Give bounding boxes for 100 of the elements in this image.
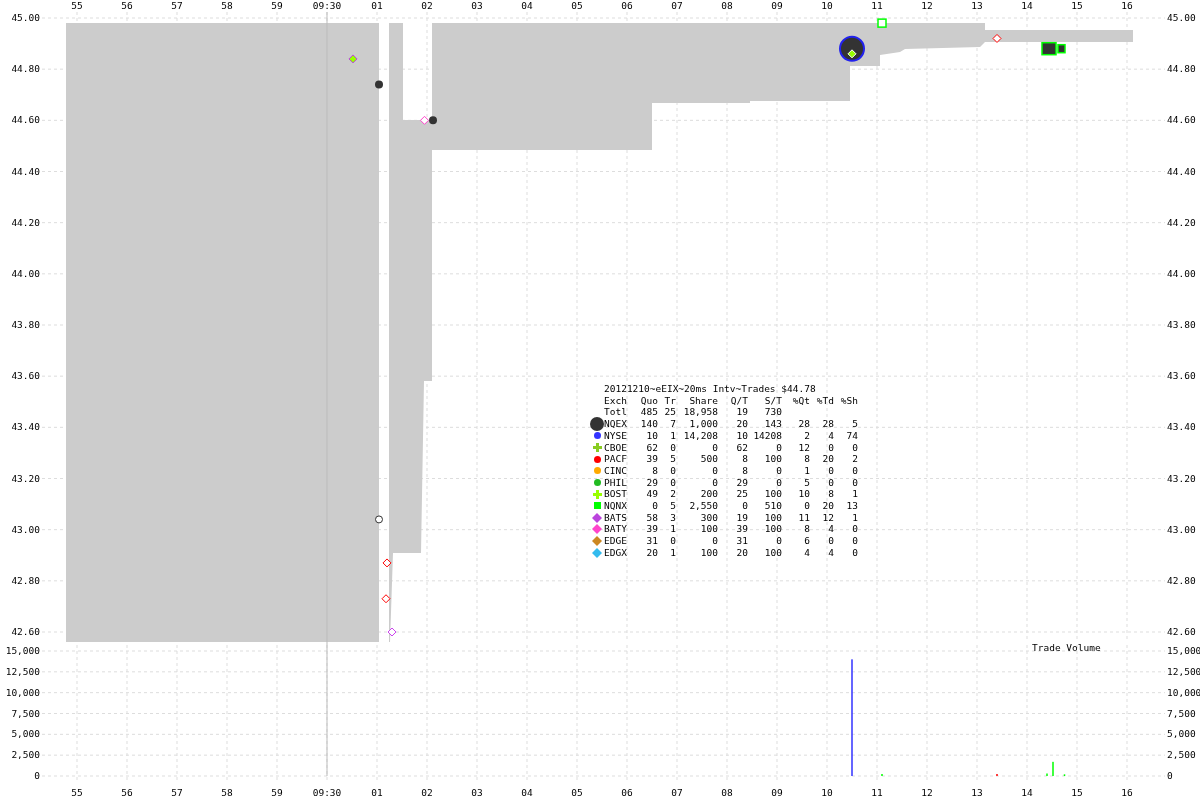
table-cell-text: 20 [645,546,658,559]
axis-label: 2,500 [11,749,40,761]
table-cell-text: 143 [763,418,782,430]
axis-label: 0 [34,770,40,781]
table-cell-text: 8 [651,464,658,477]
axis-label: 07 [671,787,683,798]
table-cell-text: 485 [639,406,658,419]
table-cell-text: 39 [735,523,748,536]
axis-label: 12,500 [5,665,40,677]
table-cell-text: 8 [741,464,748,477]
table-cell-text: 8 [827,488,834,501]
axis-label: 12 [921,787,933,798]
axis-label: 44.00 [1167,267,1196,279]
table-cell-text: 7 [669,418,676,430]
table-cell-text: 0 [827,441,834,454]
axis-label: 11 [871,0,883,11]
table-cell-text: 8 [803,453,810,465]
table-cell-text: 0 [827,535,834,547]
axis-label: 10 [821,787,833,798]
axis-label: 09 [771,787,783,798]
table-cell-text: 20 [735,418,748,430]
axis-label: 55 [71,0,83,11]
table-cell-text: 0 [669,476,676,489]
axis-label: 01 [371,787,383,798]
table-cell-text: 100 [763,511,782,524]
column-header: S/T [763,394,782,407]
table-cell-text: 140 [639,418,658,430]
table-cell-text: 730 [763,406,782,419]
axis-label: 58 [221,787,233,798]
table-cell-text: 0 [851,464,858,477]
table-cell-text: 62 [645,441,658,454]
table-cell-text: 5 [669,500,676,512]
trade-marker [348,54,358,64]
table-cell-text: 200 [699,488,718,501]
axis-label: 43.00 [1167,523,1196,535]
table-cell-text: 2 [669,488,676,501]
axis-label: 08 [721,787,733,798]
trade-marker [375,80,383,89]
column-header: Share [688,394,718,407]
axis-label: 44.40 [1167,165,1196,177]
table-cell-text: 0 [711,464,718,477]
table-cell-text: 1 [669,523,676,536]
table-cell-text: 13 [845,500,858,512]
table-cell-text: 0 [827,464,834,477]
axis-label: 13 [971,787,983,798]
table-cell-text: 4 [803,546,810,559]
table-cell-text: 5 [851,418,858,430]
axis-label: 7,500 [1167,707,1196,719]
table-cell-text: 2 [803,429,810,442]
table-cell-text: 31 [645,535,658,547]
axis-label: 43.80 [11,319,40,330]
axis-label: 05 [571,0,583,11]
table-cell-text: 100 [763,523,782,536]
column-header: Q/T [729,394,748,407]
table-cell-text: CINC [604,464,628,477]
table-cell-text: 1 [851,488,858,501]
axis-label: 11 [871,787,883,798]
axis-label: 44.00 [11,267,40,279]
table-cell-text: 5 [669,453,676,465]
axis-label: 02 [421,787,433,798]
table-cell-text: 49 [645,488,658,501]
axis-label: 43.00 [11,523,40,535]
axis-label: 01 [371,0,383,11]
axis-label: 43.20 [11,472,40,484]
table-cell-text: 2,550 [688,500,718,512]
table-cell-text: 0 [851,441,858,454]
axis-label: 05 [571,787,583,798]
table-cell-text: 39 [645,523,658,536]
table-cell-text: 0 [851,546,858,559]
table-cell-text: 1 [669,546,676,559]
axis-label: 43.40 [11,421,40,433]
table-cell-text: 500 [699,453,718,465]
table-cell-text: Totl [604,406,628,419]
table-cell-text: 1 [803,464,810,477]
table-cell-text: 0 [851,476,858,489]
table-cell-text: 0 [827,476,834,489]
table-cell-text: 12 [797,441,810,454]
table-cell-text: 10 [797,488,810,501]
table-cell-text: 0 [711,476,718,489]
table-cell-text: 39 [645,453,658,465]
axis-label: 43.40 [1167,421,1196,433]
axis-label: 02 [421,0,433,11]
axis-label: 06 [621,787,633,798]
table-cell-text: 100 [763,453,782,465]
axis-label: 12,500 [1167,665,1200,677]
axis-label: 15 [1071,0,1083,11]
table-cell-text: 14,208 [682,429,718,442]
trade-marker [387,627,397,637]
axis-label: 10,000 [1167,686,1200,698]
table-cell-text: 10 [645,429,658,442]
axis-label: 45.00 [1167,12,1196,23]
axis-label: 09:30 [312,787,342,798]
axis-label: 43.20 [1167,472,1196,484]
table-cell-text: 28 [797,418,810,430]
axis-label: 12 [921,0,933,11]
table-cell-text: PHIL [604,476,628,489]
axis-label: 10,000 [5,686,40,698]
axis-label: 09 [771,0,783,11]
table-cell-text: 100 [763,546,782,559]
axis-label: 59 [271,787,283,798]
